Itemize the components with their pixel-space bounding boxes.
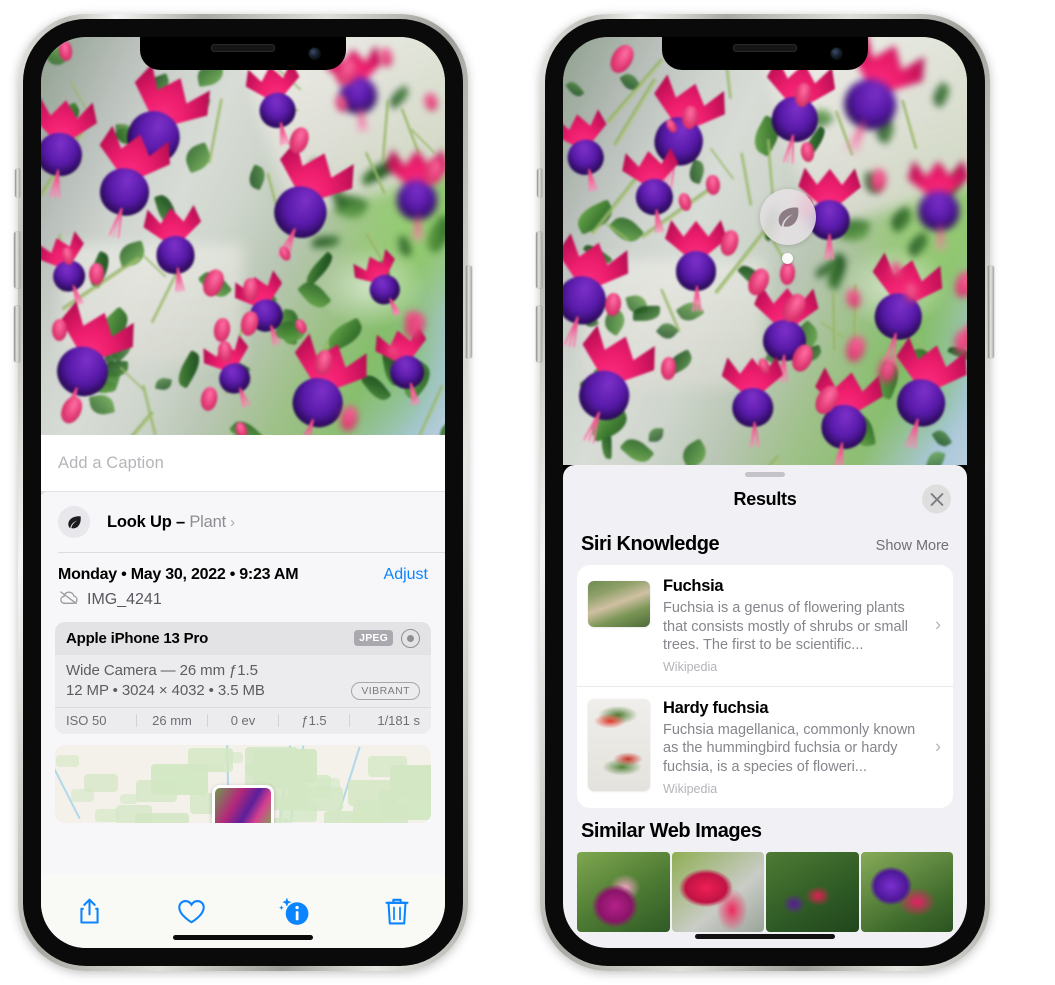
location-map-thumbnail[interactable] [55, 744, 431, 823]
power-button[interactable] [988, 266, 994, 358]
similar-images-header: Similar Web Images [563, 808, 967, 850]
section-title: Siri Knowledge [581, 533, 720, 555]
photo-viewer[interactable] [563, 37, 967, 465]
capture-date: Monday • May 30, 2022 • 9:23 AM [58, 565, 299, 583]
show-more-button[interactable]: Show More [876, 538, 949, 554]
knowledge-title: Fuchsia [663, 577, 724, 595]
mute-switch[interactable] [537, 169, 542, 197]
exif-iso: ISO 50 [66, 712, 107, 728]
chevron-right-icon: › [935, 736, 941, 757]
mute-switch[interactable] [15, 169, 20, 197]
visual-lookup-badge[interactable] [760, 189, 816, 245]
leaf-icon [58, 506, 90, 538]
adjust-button[interactable]: Adjust [384, 566, 428, 584]
exif-focal: 26 mm [152, 712, 192, 728]
photographic-style-badge: VIBRANT [351, 681, 420, 700]
volume-down-button[interactable] [14, 306, 20, 362]
page-title: Results [733, 488, 797, 509]
section-title: Similar Web Images [581, 819, 762, 842]
knowledge-description: Fuchsia magellanica, commonly known as t… [663, 721, 916, 776]
volume-up-button[interactable] [14, 232, 20, 288]
knowledge-thumbnail [588, 698, 650, 791]
chevron-right-icon: › [935, 614, 941, 635]
look-up-title: Look Up – [107, 512, 185, 531]
iphone-left: Add a Caption ✧ Look Up – Plant› Monday … [14, 14, 472, 971]
knowledge-source: Wikipedia [663, 781, 718, 796]
look-up-label: Look Up – Plant › [107, 513, 235, 532]
photo-viewer[interactable] [41, 37, 445, 435]
caption-row[interactable]: Add a Caption [41, 435, 445, 492]
favorite-button[interactable] [170, 889, 214, 933]
look-up-row[interactable]: ✧ Look Up – Plant› [41, 485, 445, 552]
file-name: IMG_4241 [87, 590, 162, 608]
camera-model: Apple iPhone 13 Pro [66, 629, 209, 647]
camera-info-card[interactable]: Apple iPhone 13 Pro JPEG Wide Camera — 2… [55, 621, 431, 734]
siri-knowledge-header: Siri Knowledge Show More [563, 521, 967, 565]
visual-lookup-anchor-dot [782, 253, 793, 264]
exif-shutter: 1/181 s [377, 712, 420, 728]
similar-web-images-strip[interactable] [563, 851, 967, 932]
knowledge-row[interactable]: Hardy fuchsia Fuchsia magellanica, commo… [577, 685, 953, 808]
knowledge-row[interactable]: Fuchsia Fuchsia is a genus of flowering … [577, 565, 953, 686]
siri-knowledge-card: Fuchsia Fuchsia is a genus of flowering … [577, 565, 953, 808]
volume-down-button[interactable] [536, 306, 542, 362]
earpiece-speaker [211, 44, 275, 52]
exif-ev: 0 ev [230, 712, 256, 728]
close-icon[interactable] [922, 484, 951, 514]
similar-image-1[interactable] [577, 851, 670, 932]
results-header: Results [563, 477, 967, 521]
front-camera [309, 48, 320, 59]
delete-button[interactable] [375, 889, 419, 933]
icloud-slash-icon [58, 590, 79, 610]
screen-right: Results Siri Knowledge Show More Fuchsia… [563, 37, 967, 948]
home-indicator[interactable] [695, 934, 835, 939]
knowledge-title: Hardy fuchsia [663, 698, 769, 717]
caption-input[interactable]: Add a Caption [58, 454, 164, 473]
lens-info: Wide Camera — 26 mm ƒ1.5 [66, 661, 258, 679]
exif-row: ISO 50 26 mm 0 ev ƒ1.5 1/181 s [55, 706, 431, 734]
aperture-icon [401, 628, 420, 648]
notch [662, 37, 868, 70]
power-button[interactable] [466, 266, 472, 358]
similar-image-3[interactable] [766, 851, 859, 932]
notch [140, 37, 346, 70]
map-photo-pin[interactable] [212, 784, 274, 823]
exif-aperture: ƒ1.5 [301, 712, 327, 728]
knowledge-source: Wikipedia [663, 659, 718, 674]
results-sheet: Results Siri Knowledge Show More Fuchsia… [563, 465, 967, 948]
format-badge: JPEG [354, 630, 393, 646]
photo-info-sheet: Add a Caption ✧ Look Up – Plant› Monday … [41, 435, 445, 948]
earpiece-speaker [733, 44, 797, 52]
similar-image-4[interactable] [860, 851, 953, 932]
volume-up-button[interactable] [536, 232, 542, 288]
sparkles-icon: ✧ [41, 485, 46, 502]
front-camera [831, 48, 842, 59]
knowledge-thumbnail [588, 581, 650, 627]
iphone-right: Results Siri Knowledge Show More Fuchsia… [536, 14, 994, 971]
home-indicator[interactable] [173, 935, 313, 940]
knowledge-description: Fuchsia is a genus of flowering plants t… [663, 599, 908, 654]
info-button[interactable] [272, 889, 316, 933]
image-specs: 12 MP • 3024 × 4032 • 3.5 MB [66, 682, 265, 699]
photo-metadata: Monday • May 30, 2022 • 9:23 AM Adjust I… [41, 553, 445, 610]
similar-image-2[interactable] [671, 851, 764, 932]
share-button[interactable] [67, 889, 111, 933]
look-up-subject: Plant [189, 512, 226, 531]
chevron-right-icon: › [229, 513, 235, 531]
screen-left: Add a Caption ✧ Look Up – Plant› Monday … [41, 37, 445, 948]
